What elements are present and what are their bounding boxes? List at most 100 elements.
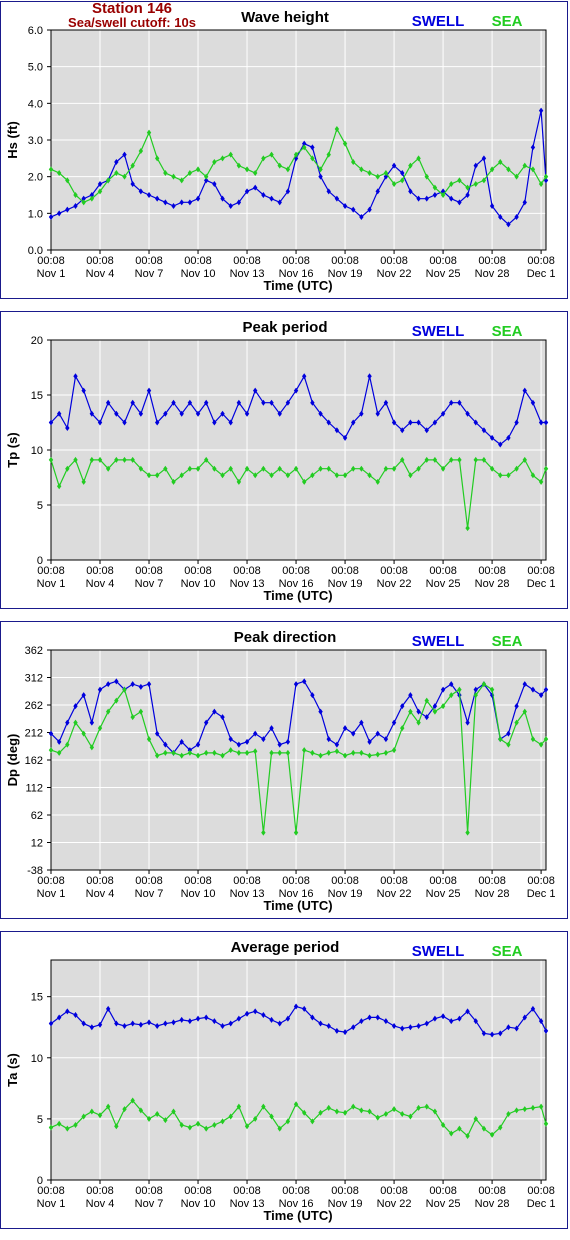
x-tick-time: 00:08 [331, 875, 359, 887]
x-tick-time: 00:08 [527, 255, 555, 267]
x-tick-time: 00:08 [429, 1185, 457, 1197]
x-axis-label: Time (UTC) [263, 1208, 332, 1223]
x-tick-date: Nov 28 [475, 268, 510, 280]
x-tick-date: Nov 4 [86, 1198, 115, 1210]
y-tick-label: 15 [31, 992, 43, 1004]
x-tick-time: 00:08 [282, 1185, 310, 1197]
x-tick-time: 00:08 [184, 875, 212, 887]
x-tick-date: Nov 25 [426, 1198, 461, 1210]
legend-swell: SWELL [412, 943, 465, 960]
x-tick-time: 00:08 [478, 875, 506, 887]
y-tick-label: 362 [25, 645, 43, 657]
x-tick-time: 00:08 [86, 255, 114, 267]
panel-wave-height: 0.0 1.0 2.0 3.0 4.0 5.0 6.0 00:08 Nov 1 00:08 Nov … [0, 1, 568, 299]
x-tick-time: 00:08 [135, 875, 163, 887]
x-tick-date: Nov 7 [135, 268, 164, 280]
x-tick-time: 00:08 [86, 875, 114, 887]
x-tick-time: 00:08 [527, 875, 555, 887]
x-tick-date: Nov 22 [377, 268, 412, 280]
x-tick-time: 00:08 [478, 565, 506, 577]
x-tick-date: Nov 10 [181, 268, 216, 280]
x-tick-date: Dec 1 [527, 888, 556, 900]
x-tick-date: Nov 28 [475, 578, 510, 590]
x-tick-date: Nov 1 [37, 888, 66, 900]
legend-swell: SWELL [412, 13, 465, 30]
x-tick-time: 00:08 [380, 1185, 408, 1197]
x-tick-date: Nov 10 [181, 578, 216, 590]
y-tick-label: 4.0 [28, 98, 43, 110]
x-tick-time: 00:08 [380, 875, 408, 887]
x-tick-time: 00:08 [233, 875, 261, 887]
x-tick-date: Dec 1 [527, 578, 556, 590]
x-tick-time: 00:08 [282, 565, 310, 577]
x-tick-time: 00:08 [184, 565, 212, 577]
x-tick-time: 00:08 [233, 565, 261, 577]
chart-wave-height: 0.01.02.03.04.05.06.000:08Nov 100:08Nov … [5, 9, 556, 293]
y-tick-label: 12 [31, 838, 43, 850]
x-tick-date: Nov 7 [135, 1198, 164, 1210]
x-tick-date: Nov 19 [328, 1198, 363, 1210]
legend-sea: SEA [492, 633, 523, 650]
y-axis-label: Ta (s) [5, 1053, 20, 1087]
y-axis-label: Dp (deg) [5, 734, 20, 787]
x-tick-time: 00:08 [527, 565, 555, 577]
x-tick-time: 00:08 [184, 255, 212, 267]
panel-peak-direction: -38 12 62 112 162 212 262 312 362 00:08 Nov 1 00:08… [0, 621, 568, 919]
x-tick-time: 00:08 [331, 255, 359, 267]
x-tick-time: 00:08 [37, 1185, 65, 1197]
x-tick-date: Nov 7 [135, 888, 164, 900]
legend-sea: SEA [492, 13, 523, 30]
chart-title: Peak period [242, 319, 327, 336]
y-tick-label: 2.0 [28, 172, 43, 184]
x-tick-date: Nov 13 [230, 888, 265, 900]
x-tick-date: Nov 19 [328, 888, 363, 900]
legend-swell: SWELL [412, 323, 465, 340]
y-tick-label: 15 [31, 390, 43, 402]
x-axis-label: Time (UTC) [263, 278, 332, 293]
chart-average-period: 05101500:08Nov 100:08Nov 400:08Nov 700:0… [5, 939, 555, 1223]
x-tick-date: Nov 22 [377, 888, 412, 900]
x-tick-date: Nov 4 [86, 578, 115, 590]
x-tick-time: 00:08 [380, 565, 408, 577]
chart-title: Average period [231, 939, 340, 956]
y-tick-label: 10 [31, 1053, 43, 1065]
legend-swell: SWELL [412, 633, 465, 650]
x-tick-time: 00:08 [429, 255, 457, 267]
x-tick-time: 00:08 [331, 1185, 359, 1197]
y-tick-label: 6.0 [28, 25, 43, 37]
x-tick-date: Nov 10 [181, 1198, 216, 1210]
x-tick-date: Nov 22 [377, 578, 412, 590]
x-tick-date: Nov 13 [230, 268, 265, 280]
x-tick-date: Dec 1 [527, 268, 556, 280]
x-tick-time: 00:08 [135, 255, 163, 267]
x-tick-date: Nov 22 [377, 1198, 412, 1210]
y-axis-label: Hs (ft) [5, 121, 20, 159]
x-tick-time: 00:08 [86, 565, 114, 577]
x-tick-time: 00:08 [380, 255, 408, 267]
x-tick-time: 00:08 [184, 1185, 212, 1197]
chart-peak-period: 0510152000:08Nov 100:08Nov 400:08Nov 700… [5, 319, 556, 603]
y-tick-label: 212 [25, 728, 43, 740]
x-tick-date: Nov 25 [426, 888, 461, 900]
x-tick-time: 00:08 [37, 565, 65, 577]
y-tick-label: 312 [25, 673, 43, 685]
x-axis-label: Time (UTC) [263, 588, 332, 603]
legend-sea: SEA [492, 323, 523, 340]
y-tick-label: 262 [25, 700, 43, 712]
y-tick-label: 20 [31, 335, 43, 347]
y-tick-label: 62 [31, 810, 43, 822]
x-tick-time: 00:08 [282, 875, 310, 887]
x-tick-date: Nov 10 [181, 888, 216, 900]
x-tick-date: Nov 4 [86, 268, 115, 280]
legend-sea: SEA [492, 943, 523, 960]
y-tick-label: 5 [37, 500, 43, 512]
plot-area [51, 960, 546, 1180]
y-tick-label: 3.0 [28, 135, 43, 147]
x-tick-time: 00:08 [233, 255, 261, 267]
station-subtitle: Sea/swell cutoff: 10s [68, 15, 196, 30]
x-tick-time: 00:08 [135, 565, 163, 577]
x-tick-date: Nov 25 [426, 268, 461, 280]
y-tick-label: 5 [37, 1114, 43, 1126]
panel-average-period: 0 5 10 15 00:08 Nov 1 00:08 Nov 4 00:08 Nov 7 00:0… [0, 931, 568, 1229]
x-tick-time: 00:08 [527, 1185, 555, 1197]
